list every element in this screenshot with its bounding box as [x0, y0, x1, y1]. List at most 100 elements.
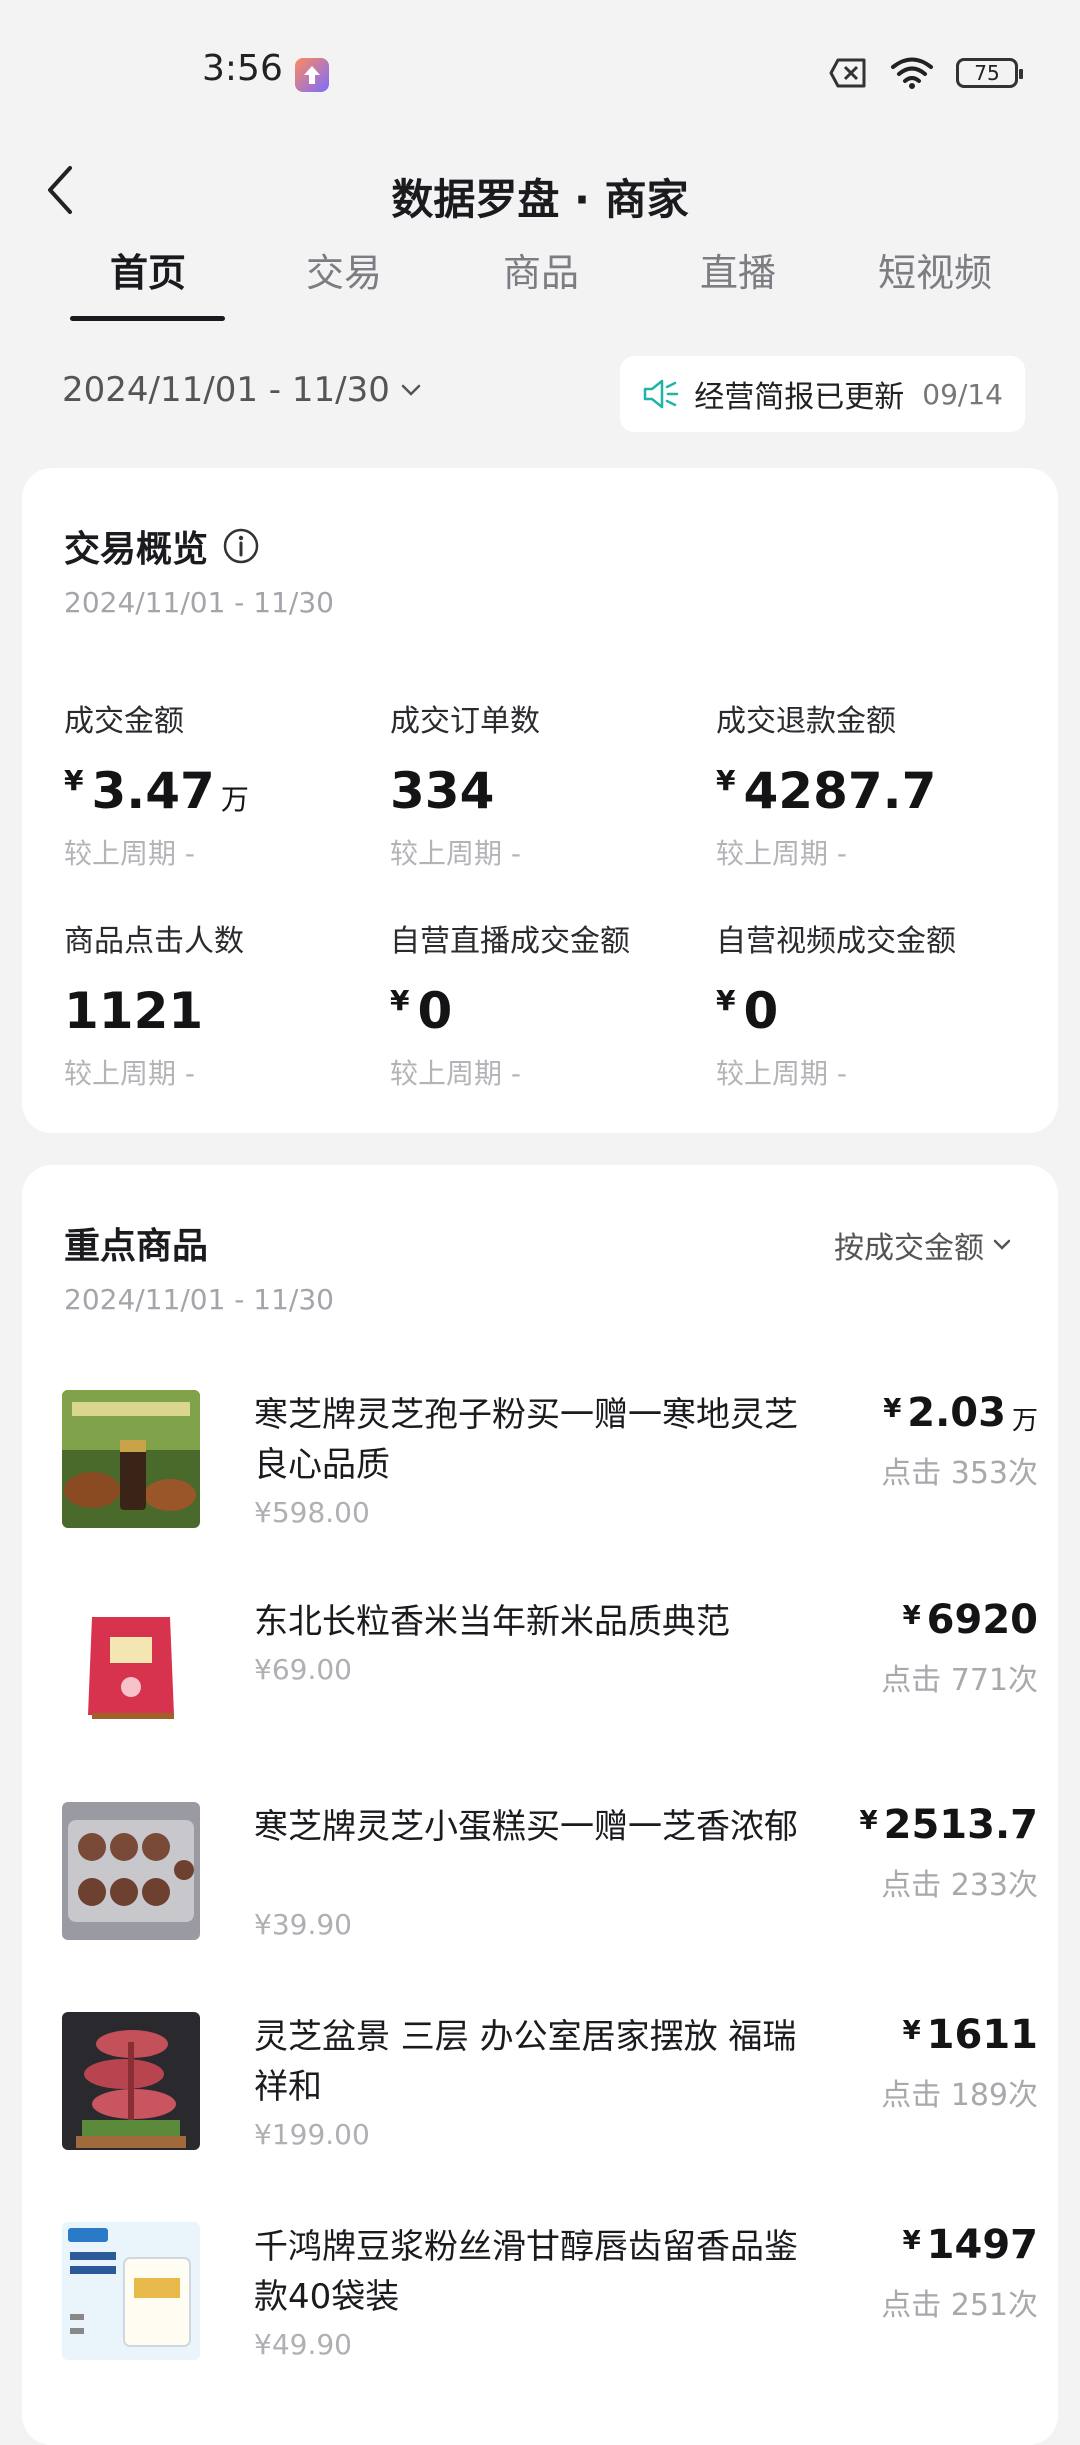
page-title: 数据罗盘 · 商家 [391, 175, 689, 224]
metric-value: 334 [390, 762, 710, 820]
trade-overview-card: 交易概览 2024/11/01 - 11/30 成交金额 ¥ 3.47 万 较上… [22, 468, 1058, 1133]
report-label: 经营简报已更新 [694, 380, 905, 415]
currency-symbol: ¥ [902, 1601, 921, 1631]
product-gmv: ¥ 6920 [903, 1597, 1038, 1643]
product-name: 千鸿牌豆浆粉丝滑甘醇唇齿留香品鉴款40袋装 [254, 2227, 798, 2317]
product-row[interactable]: 寒芝牌灵芝孢子粉买一赠一寒地灵芝良心品质 ¥598.00 ¥ 2.03 万 点击… [62, 1390, 1038, 1530]
chevron-down-icon [993, 1239, 1011, 1250]
product-gmv-value: 1497 [926, 2222, 1038, 2268]
metric-compare: 较上周期 - [390, 837, 522, 870]
metric-refund[interactable]: 成交退款金额 ¥ 4287.7 较上周期 - [716, 696, 1036, 872]
overview-title-text: 交易概览 [64, 529, 209, 570]
product-image [62, 1802, 200, 1940]
metric-number: 0 [743, 982, 779, 1040]
currency-symbol: ¥ [859, 1806, 878, 1836]
wifi-icon [891, 57, 933, 89]
product-name: 灵芝盆景 三层 办公室居家摆放 福瑞祥和 [254, 2017, 797, 2107]
nav-bar: 数据罗盘 · 商家 [0, 140, 1080, 240]
metric-label: 自营视频成交金额 [716, 924, 956, 959]
product-name: 寒芝牌灵芝小蛋糕买一赠一芝香浓郁 [254, 1807, 798, 1847]
metric-compare: 较上周期 - [716, 1057, 848, 1090]
product-gmv-value: 2513.7 [883, 1802, 1038, 1848]
product-price: ¥49.90 [254, 2328, 352, 2361]
app-notification-icon [295, 58, 329, 92]
metric-number: 334 [390, 762, 495, 820]
metric-value: ¥ 0 [390, 982, 710, 1040]
chevron-down-icon [401, 384, 421, 396]
metric-label: 自营直播成交金额 [390, 924, 630, 959]
business-report-button[interactable]: 经营简报已更新 09/14 [620, 356, 1025, 432]
report-date: 09/14 [922, 377, 1003, 411]
tab-active-indicator [70, 316, 225, 321]
metric-live-gmv[interactable]: 自营直播成交金额 ¥ 0 较上周期 - [390, 916, 710, 1092]
product-clicks: 点击 251次 [881, 2288, 1038, 2323]
date-range-text: 2024/11/01 - 11/30 [62, 370, 390, 410]
product-row[interactable]: 寒芝牌灵芝小蛋糕买一赠一芝香浓郁 ¥39.90 ¥ 2513.7 点击 233次 [62, 1802, 1038, 1942]
product-name: 东北长粒香米当年新米品质典范 [254, 1602, 730, 1642]
metric-value: ¥ 0 [716, 982, 1036, 1040]
metric-orders[interactable]: 成交订单数 334 较上周期 - [390, 696, 710, 872]
metric-unit: 万 [220, 783, 249, 816]
overview-date: 2024/11/01 - 11/30 [64, 586, 334, 619]
metric-value: ¥ 3.47 万 [64, 762, 384, 820]
metric-value: ¥ 4287.7 [716, 762, 1036, 820]
product-gmv: ¥ 1497 [903, 2222, 1038, 2268]
metric-label: 成交金额 [64, 704, 184, 739]
status-bar: 3:56 75 [0, 0, 1080, 140]
metric-compare: 较上周期 - [64, 837, 196, 870]
metric-product-clicks[interactable]: 商品点击人数 1121 较上周期 - [64, 916, 384, 1092]
filter-row: 2024/11/01 - 11/30 经营简报已更新 09/14 [0, 352, 1080, 436]
product-name: 寒芝牌灵芝孢子粉买一赠一寒地灵芝良心品质 [254, 1395, 798, 1485]
tab-trade[interactable]: 交易 [244, 242, 444, 297]
product-image [62, 2012, 200, 2150]
tab-products[interactable]: 商品 [441, 242, 641, 297]
status-time: 3:56 [202, 48, 283, 89]
products-title: 重点商品 [64, 1226, 209, 1267]
metric-label: 商品点击人数 [64, 924, 244, 959]
sort-label: 按成交金额 [834, 1231, 984, 1266]
battery-icon: 75 [956, 58, 1023, 88]
products-date: 2024/11/01 - 11/30 [64, 1283, 334, 1316]
metric-value: 1121 [64, 982, 384, 1040]
metric-label: 成交订单数 [390, 704, 540, 739]
tab-bar: 首页 交易 商品 直播 短视频 [0, 240, 1080, 325]
metric-number: 1121 [64, 982, 204, 1040]
currency-symbol: ¥ [64, 764, 84, 797]
currency-symbol: ¥ [716, 984, 736, 1017]
product-gmv: ¥ 1611 [903, 2012, 1038, 2058]
product-gmv-unit: 万 [1011, 1406, 1038, 1436]
date-range-picker[interactable]: 2024/11/01 - 11/30 [62, 370, 422, 410]
currency-symbol: ¥ [883, 1394, 902, 1424]
tab-short-video[interactable]: 短视频 [835, 242, 1035, 297]
key-products-card: 重点商品 按成交金额 2024/11/01 - 11/30 寒芝牌灵芝孢子粉买一… [22, 1165, 1058, 2445]
overview-title: 交易概览 [64, 520, 260, 572]
metric-compare: 较上周期 - [716, 837, 848, 870]
product-clicks: 点击 353次 [881, 1456, 1038, 1491]
product-row[interactable]: 东北长粒香米当年新米品质典范 ¥69.00 ¥ 6920 点击 771次 [62, 1597, 1038, 1737]
metric-label: 成交退款金额 [716, 704, 896, 739]
product-gmv-value: 2.03 [907, 1390, 1006, 1436]
product-image [62, 2222, 200, 2360]
metric-number: 3.47 [91, 762, 215, 820]
product-image [62, 1597, 200, 1735]
sort-dropdown[interactable]: 按成交金额 [834, 1223, 1012, 1267]
product-clicks: 点击 771次 [881, 1663, 1038, 1698]
battery-level: 75 [974, 61, 1000, 85]
tab-live[interactable]: 直播 [638, 242, 838, 297]
tab-home[interactable]: 首页 [48, 242, 248, 297]
info-icon[interactable] [222, 527, 260, 565]
metric-gmv[interactable]: 成交金额 ¥ 3.47 万 较上周期 - [64, 696, 384, 872]
product-clicks: 点击 189次 [881, 2078, 1038, 2113]
product-row[interactable]: 千鸿牌豆浆粉丝滑甘醇唇齿留香品鉴款40袋装 ¥49.90 ¥ 1497 点击 2… [62, 2222, 1038, 2362]
speaker-icon [644, 379, 679, 409]
product-gmv-value: 1611 [926, 2012, 1038, 2058]
product-row[interactable]: 灵芝盆景 三层 办公室居家摆放 福瑞祥和 ¥199.00 ¥ 1611 点击 1… [62, 2012, 1038, 2152]
metric-video-gmv[interactable]: 自营视频成交金额 ¥ 0 较上周期 - [716, 916, 1036, 1092]
product-gmv-value: 6920 [926, 1597, 1038, 1643]
product-price: ¥598.00 [254, 1496, 370, 1529]
metric-compare: 较上周期 - [64, 1057, 196, 1090]
status-icons: 75 [828, 56, 1023, 90]
product-clicks: 点击 233次 [881, 1868, 1038, 1903]
product-price: ¥69.00 [254, 1653, 352, 1686]
product-gmv: ¥ 2513.7 [860, 1802, 1038, 1848]
